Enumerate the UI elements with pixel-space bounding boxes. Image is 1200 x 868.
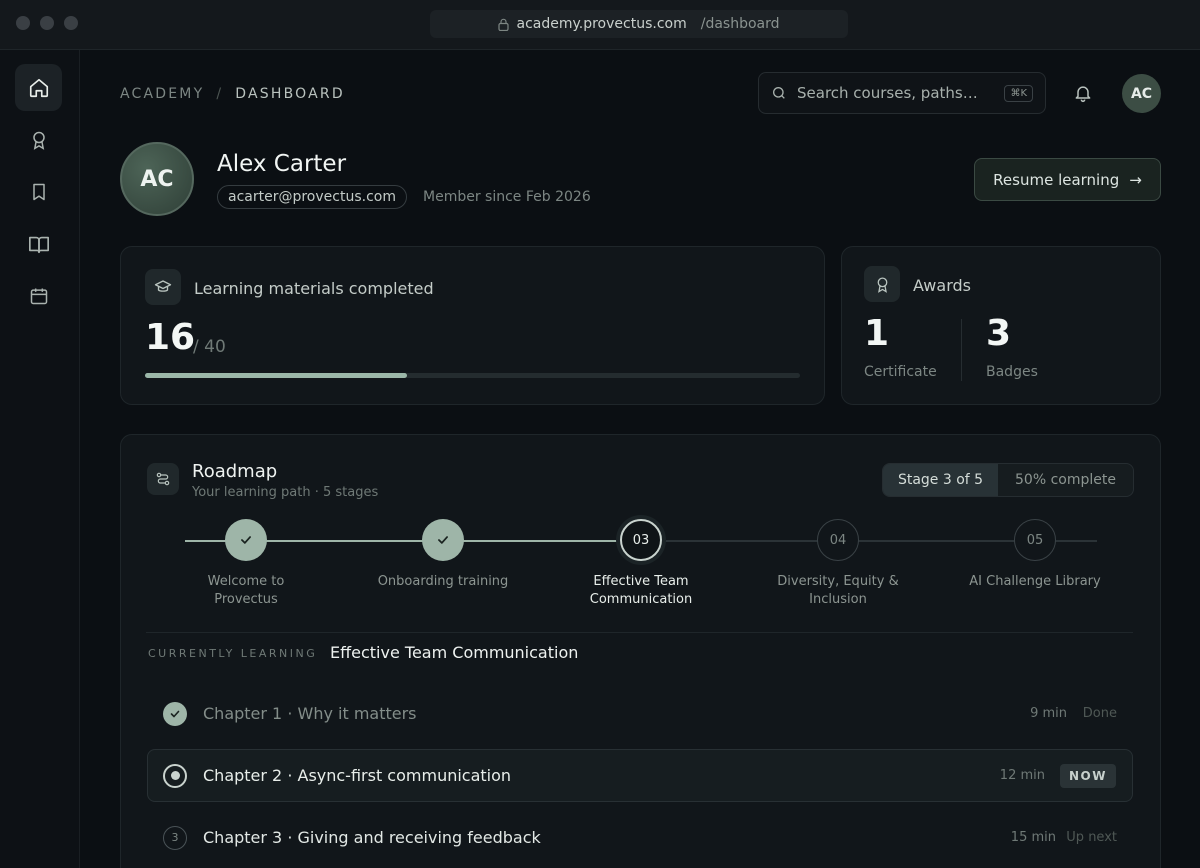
sidebar-item-bookmarks[interactable]: [15, 168, 62, 215]
profile-avatar: AC: [120, 142, 194, 216]
sidebar-item-home[interactable]: [15, 64, 62, 111]
url-path: /dashboard: [700, 16, 780, 32]
sidebar-item-calendar[interactable]: [15, 272, 62, 319]
materials-completed-count: 16: [145, 317, 196, 358]
materials-progress-bar: [145, 373, 800, 378]
address-bar[interactable]: academy.provectus.com /dashboard: [430, 10, 848, 38]
stage-1-label[interactable]: Welcome to Provectus: [166, 573, 326, 609]
breadcrumb-current: DASHBOARD: [235, 86, 345, 102]
window-controls: [16, 16, 78, 30]
notifications-button[interactable]: [1073, 82, 1093, 108]
stage-4-label[interactable]: Diversity, Equity & Inclusion: [758, 573, 918, 609]
search-shortcut-badge: ⌘K: [1004, 84, 1033, 102]
member-since: Member since Feb 2026: [423, 189, 591, 205]
route-icon: [147, 463, 179, 495]
materials-title: Learning materials completed: [194, 279, 434, 298]
award-icon: [864, 266, 900, 302]
graduation-cap-icon: [145, 269, 181, 305]
awards-card: Awards 1 Certificate 3 Badges: [841, 246, 1161, 405]
maximize-window-button[interactable]: [64, 16, 78, 30]
certificates-count: 1: [864, 313, 890, 354]
lock-icon: [498, 18, 510, 31]
awards-divider: [961, 319, 962, 381]
stage-3-label[interactable]: Effective Team Communication: [561, 573, 721, 609]
chapter-3-time: 15 min: [1010, 830, 1056, 845]
resume-learning-label: Resume learning: [993, 170, 1120, 189]
awards-title: Awards: [913, 276, 971, 295]
chapter-row-2[interactable]: Chapter 2 · Async-first communication 12…: [147, 749, 1133, 802]
search-input[interactable]: [797, 84, 977, 102]
roadmap-title: Roadmap: [192, 461, 278, 482]
chapter-row-3[interactable]: 3 Chapter 3 · Giving and receiving feedb…: [147, 811, 1133, 864]
chapter-1-status: Done: [1082, 706, 1117, 721]
roadmap-subtitle: Your learning path · 5 stages: [192, 485, 379, 500]
chapter-2-time: 12 min: [999, 768, 1045, 783]
bookmark-icon: [32, 183, 45, 200]
stage-1-circle[interactable]: [225, 519, 267, 561]
breadcrumb: ACADEMY / DASHBOARD: [120, 86, 345, 102]
search-icon: [773, 87, 785, 99]
materials-total: / 40: [193, 337, 226, 357]
chapter-3-index: 3: [163, 825, 187, 850]
arrow-right-icon: →: [1129, 170, 1142, 189]
stage-2-circle[interactable]: [422, 519, 464, 561]
book-open-icon: [28, 236, 49, 253]
materials-progress-fill: [145, 373, 407, 378]
radio-current-icon: [163, 763, 187, 788]
roadmap-card: Roadmap Your learning path · 5 stages St…: [120, 434, 1161, 868]
now-badge: NOW: [1060, 763, 1116, 788]
roadmap-divider: [146, 632, 1133, 633]
badges-count: 3: [986, 313, 1012, 354]
chapter-3-status: Up next: [1066, 830, 1117, 845]
stage-2-label[interactable]: Onboarding training: [363, 573, 523, 591]
url-host: academy.provectus.com: [516, 16, 687, 32]
browser-chrome: academy.provectus.com /dashboard: [0, 0, 1200, 50]
user-email: acarter@provectus.com: [217, 185, 407, 209]
percent-complete: 50% complete: [1015, 472, 1116, 488]
resume-learning-button[interactable]: Resume learning →: [974, 158, 1161, 201]
close-window-button[interactable]: [16, 16, 30, 30]
sidebar-item-library[interactable]: [15, 220, 62, 267]
award-icon: [32, 131, 45, 150]
materials-card: Learning materials completed 16 / 40: [120, 246, 825, 405]
stage-progress-pill: Stage 3 of 5 50% complete: [882, 463, 1134, 497]
stage-3-circle[interactable]: 03: [620, 519, 662, 561]
stage-indicator: Stage 3 of 5: [883, 464, 998, 496]
calendar-icon: [30, 288, 47, 304]
user-name: Alex Carter: [217, 151, 347, 177]
minimize-window-button[interactable]: [40, 16, 54, 30]
main-content: ACADEMY / DASHBOARD ⌘K AC AC Alex Carter…: [81, 50, 1200, 868]
check-icon: [241, 536, 251, 544]
breadcrumb-root[interactable]: ACADEMY: [120, 86, 204, 102]
bell-icon: [1075, 86, 1091, 103]
currently-learning-title: Effective Team Communication: [330, 643, 579, 662]
user-avatar-menu[interactable]: AC: [1122, 74, 1161, 113]
certificates-label: Certificate: [864, 364, 937, 380]
badges-label: Badges: [986, 364, 1038, 380]
check-circle-icon: [163, 701, 187, 726]
sidebar: [0, 50, 80, 868]
chapter-row-1[interactable]: Chapter 1 · Why it matters 9 min Done: [147, 687, 1133, 740]
sidebar-item-awards[interactable]: [15, 116, 62, 163]
breadcrumb-separator: /: [216, 86, 224, 102]
home-icon: [29, 78, 48, 97]
currently-learning-label: CURRENTLY LEARNING: [148, 647, 318, 660]
stage-5-circle[interactable]: 05: [1014, 519, 1056, 561]
search-box[interactable]: ⌘K: [758, 72, 1046, 114]
stage-4-circle[interactable]: 04: [817, 519, 859, 561]
stage-5-label[interactable]: AI Challenge Library: [955, 573, 1115, 591]
check-icon: [438, 536, 448, 544]
chapter-1-title: Chapter 1 · Why it matters: [203, 704, 417, 723]
chapter-1-time: 9 min: [1030, 706, 1067, 721]
chapter-2-title: Chapter 2 · Async-first communication: [203, 766, 512, 785]
chapter-3-title: Chapter 3 · Giving and receiving feedbac…: [203, 828, 541, 847]
